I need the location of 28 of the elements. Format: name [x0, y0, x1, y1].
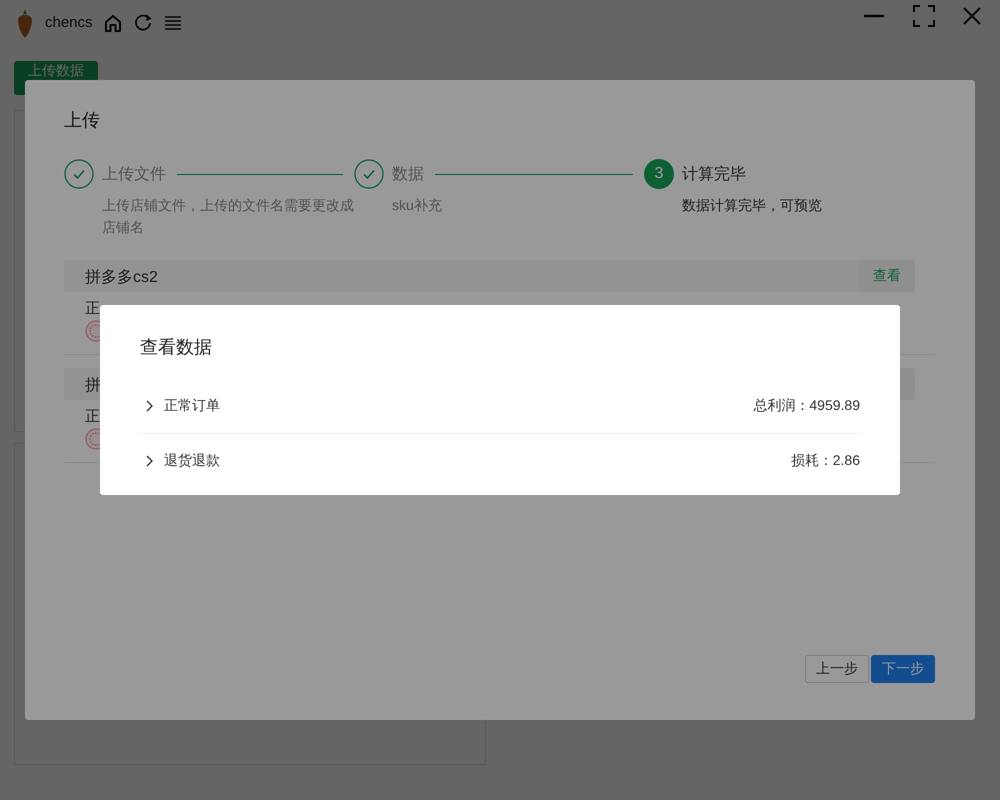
step-description: sku补充: [392, 196, 443, 215]
modal-title: 查看数据: [140, 336, 212, 359]
status-text: 正: [85, 407, 101, 426]
step-title: 计算完毕: [682, 164, 746, 184]
summary-value: 损耗：2.86: [790, 452, 860, 470]
user-name: chencs: [45, 14, 93, 31]
step-title: 上传文件: [102, 164, 166, 184]
fullscreen-icon[interactable]: [913, 4, 935, 26]
previous-button[interactable]: 上一步: [805, 655, 869, 683]
step-title: 数据: [392, 164, 424, 184]
dialog-title: 上传: [64, 109, 100, 132]
collapse-title[interactable]: 正常订单: [164, 397, 220, 415]
close-icon[interactable]: [963, 6, 981, 24]
collapse-title[interactable]: 退货退款: [164, 452, 220, 470]
shop-name: 拼多多cs2: [84, 268, 158, 288]
status-text: 正: [85, 299, 101, 318]
minimize-icon[interactable]: [863, 14, 885, 18]
chevron-icon[interactable]: [144, 399, 154, 413]
shop-name: 拼: [84, 376, 101, 396]
refresh-icon[interactable]: [132, 12, 153, 32]
home-icon[interactable]: [102, 12, 123, 32]
next-button[interactable]: 下一步: [871, 655, 935, 683]
step-number: 3: [644, 159, 674, 189]
carrot-icon: [15, 6, 35, 38]
summary-value: 总利润：4959.89: [753, 397, 860, 415]
chevron-icon[interactable]: [144, 454, 154, 468]
step-description: 上传店铺文件，上传的文件名需要更改成店铺名: [102, 196, 355, 237]
step-description: 数据计算完毕，可预览: [682, 196, 823, 215]
